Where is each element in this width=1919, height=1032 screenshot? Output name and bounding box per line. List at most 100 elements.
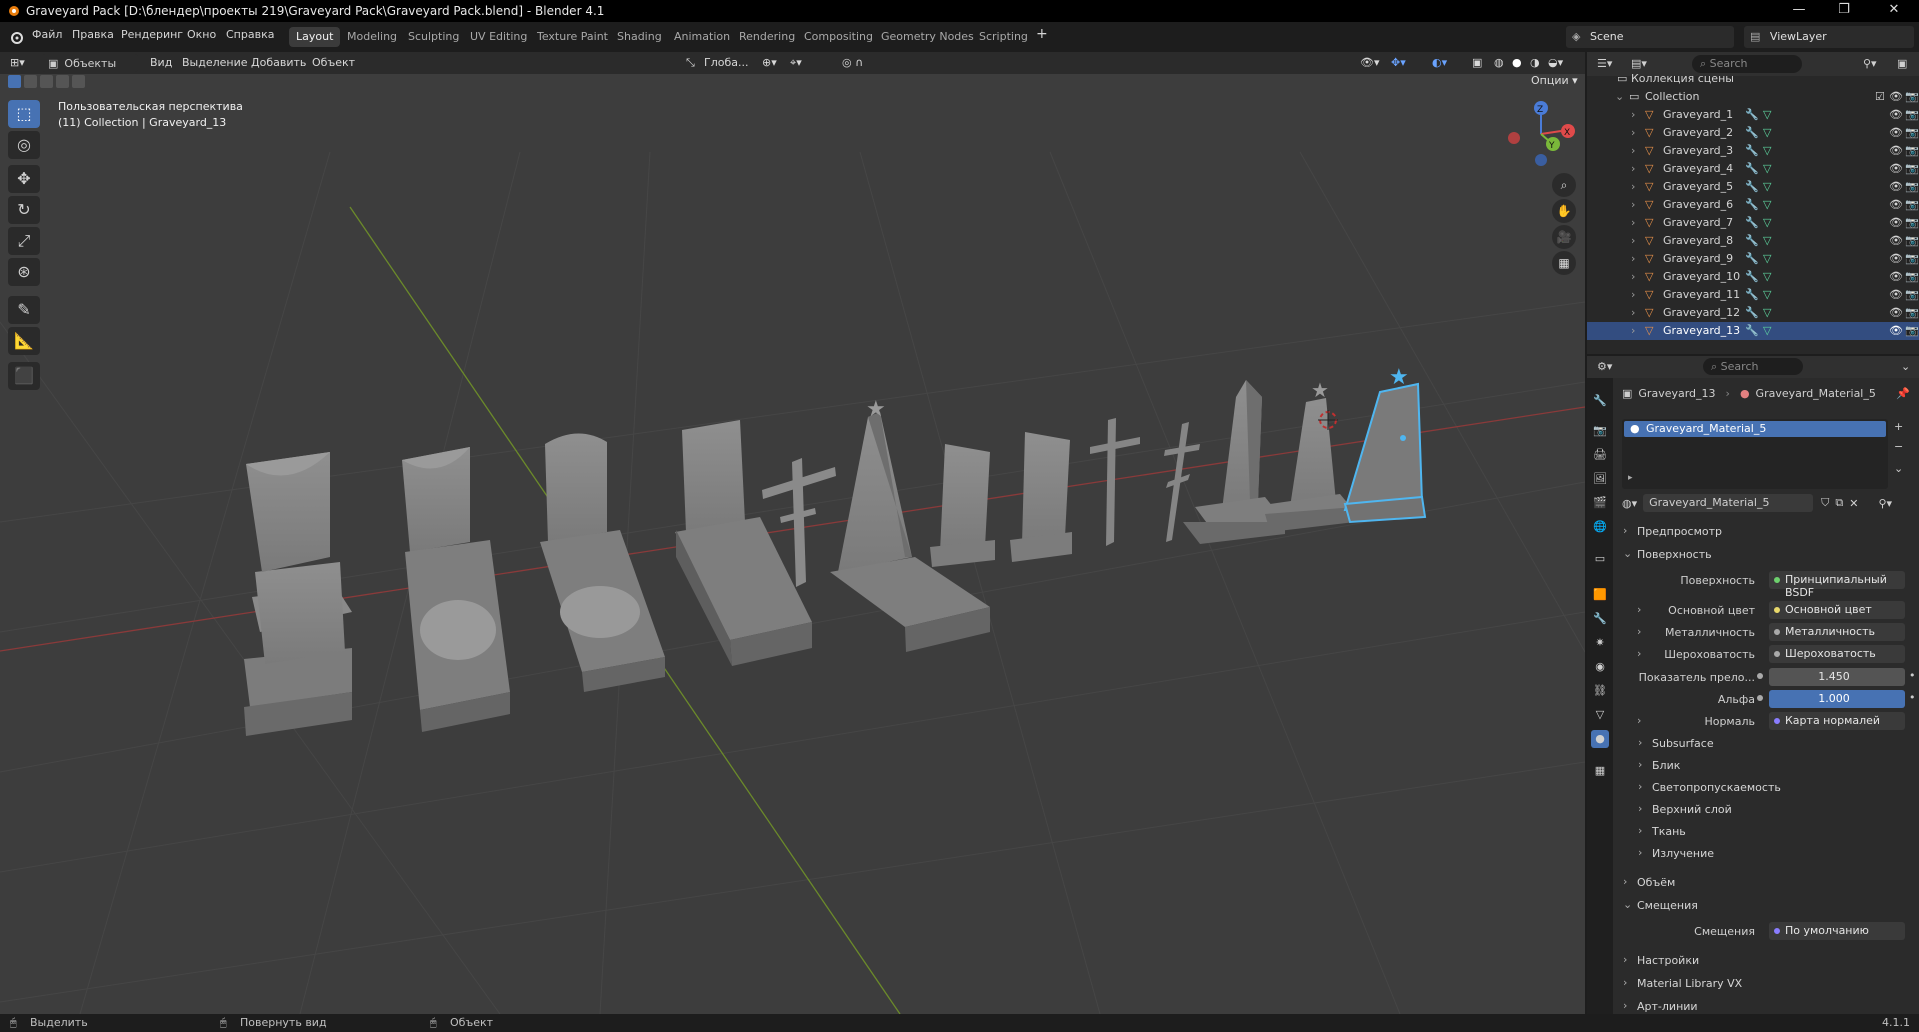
chevron-right-icon[interactable]: › (1631, 252, 1635, 265)
eye-icon[interactable]: 👁 (1889, 144, 1903, 157)
outliner-item-row[interactable]: › ▽ Graveyard_9 🔧 ▽ 👁 📷 (1587, 250, 1919, 268)
duplicate-icon[interactable]: ⧉ (1835, 496, 1843, 510)
graveyard-12-model[interactable]: ★ (1265, 378, 1355, 532)
move-tool[interactable]: ✥ (8, 165, 40, 193)
tab-modeling[interactable]: Modeling (340, 27, 404, 47)
chevron-right-icon[interactable]: › (1631, 324, 1635, 337)
transmission-section[interactable]: › Светопропускаемость (1632, 777, 1919, 797)
proportional-edit-icon[interactable]: ◎ ∩ (842, 56, 863, 69)
mesh-data-icon[interactable]: ▽ (1763, 234, 1771, 247)
mesh-data-icon[interactable]: ▽ (1763, 216, 1771, 229)
outliner-item-row[interactable]: › ▽ Graveyard_6 🔧 ▽ 👁 📷 (1587, 196, 1919, 214)
eye-icon[interactable]: 👁 (1889, 162, 1903, 175)
outliner-item-row[interactable]: › ▽ Graveyard_13 🔧 ▽ 👁 📷 (1587, 322, 1919, 340)
scene-collection-row[interactable]: ▭ Коллекция сцены (1587, 70, 1919, 88)
camera-icon[interactable]: 📷 (1905, 198, 1919, 211)
eye-icon[interactable]: 👁 (1889, 288, 1903, 301)
coat-section[interactable]: › Верхний слой (1632, 799, 1919, 819)
sheen-section[interactable]: › Ткань (1632, 821, 1919, 841)
tab-texture-paint[interactable]: Texture Paint (530, 27, 615, 47)
select-box-tool[interactable]: ⬚ (8, 100, 40, 128)
tab-uv-editing[interactable]: UV Editing (463, 27, 534, 47)
options-dropdown[interactable]: Опции ▾ (1531, 74, 1578, 87)
mesh-data-icon[interactable]: ▽ (1763, 180, 1771, 193)
modifier-wrench-icon[interactable]: 🔧 (1745, 306, 1759, 319)
mesh-data-icon[interactable]: ▽ (1763, 324, 1771, 337)
eye-icon[interactable]: 👁 (1889, 306, 1903, 319)
eye-icon[interactable]: 👁 (1889, 198, 1903, 211)
modifier-wrench-icon[interactable]: 🔧 (1745, 270, 1759, 283)
camera-icon[interactable]: 📷 (1905, 180, 1919, 193)
camera-icon[interactable]: 📷 (1905, 162, 1919, 175)
material-tab-icon[interactable]: ● (1591, 730, 1609, 748)
shading-wireframe-icon[interactable]: ◍ (1494, 56, 1504, 69)
select-intersect-icon[interactable] (72, 74, 85, 88)
eye-icon[interactable]: 👁 (1889, 90, 1903, 103)
zoom-icon[interactable]: ⌕ (1552, 173, 1576, 197)
camera-icon[interactable]: 📷 (1905, 126, 1919, 139)
visibility-icon[interactable]: 👁▾ (1360, 56, 1380, 69)
pivot-icon[interactable]: ⊕▾ (762, 56, 777, 69)
gizmo-toggle-icon[interactable]: ✥▾ (1391, 56, 1406, 69)
mesh-data-icon[interactable]: ▽ (1763, 198, 1771, 211)
chevron-right-icon[interactable]: › (1631, 126, 1635, 139)
surface-shader-field[interactable]: Принципиальный BSDF (1769, 571, 1905, 599)
tab-geometry-nodes[interactable]: Geometry Nodes (874, 27, 981, 47)
roughness-field[interactable]: Шероховатость (1769, 645, 1905, 663)
base-color-field[interactable]: Основной цвет (1769, 601, 1905, 619)
material-name-field[interactable]: Graveyard_Material_5 (1643, 494, 1814, 512)
menu-add[interactable]: Добавить (251, 56, 306, 69)
chevron-right-icon[interactable]: › (1631, 198, 1635, 211)
outliner-editor-icon[interactable]: ☰▾ (1597, 57, 1612, 70)
lineart-section[interactable]: › Арт-линии (1617, 996, 1917, 1014)
material-slot-row[interactable]: ● Graveyard_Material_5 (1624, 421, 1886, 437)
chevron-right-icon[interactable]: › (1631, 288, 1635, 301)
normal-field[interactable]: Карта нормалей (1769, 712, 1905, 730)
modifier-wrench-icon[interactable]: 🔧 (1745, 108, 1759, 121)
camera-icon[interactable]: 📷 (1905, 288, 1919, 301)
tab-sculpting[interactable]: Sculpting (401, 27, 466, 47)
eye-icon[interactable]: 👁 (1889, 234, 1903, 247)
rotate-tool[interactable]: ↻ (8, 196, 40, 224)
blender-menu-icon[interactable] (8, 29, 24, 45)
collection-row[interactable]: ⌄ ▭ Collection ☑ 👁 📷 (1587, 88, 1919, 106)
roughness-row[interactable]: › Шероховатость Шероховатость (1617, 644, 1917, 664)
expand-chevron-icon[interactable]: ⌄ (1615, 90, 1624, 103)
3d-viewport[interactable]: ★ ★ ★ Z X Y (0, 52, 1585, 1014)
camera-icon[interactable]: 📷 (1905, 216, 1919, 229)
settings-section[interactable]: › Настройки (1617, 950, 1917, 970)
specular-section[interactable]: › Блик (1632, 755, 1919, 775)
mode-selector[interactable]: ▣ Объекты (42, 54, 138, 72)
annotate-tool[interactable]: ✎ (8, 296, 40, 324)
material-library-section[interactable]: › Material Library VX (1617, 973, 1917, 993)
select-mode-buttons[interactable] (8, 74, 85, 88)
camera-icon[interactable]: 📷 (1905, 252, 1919, 265)
modifier-wrench-icon[interactable]: 🔧 (1745, 198, 1759, 211)
preview-section[interactable]: › Предпросмотр (1617, 521, 1917, 541)
chevron-right-icon[interactable]: › (1631, 306, 1635, 319)
scene-selector[interactable]: ◈ Scene (1566, 26, 1734, 48)
chevron-right-icon[interactable]: › (1631, 216, 1635, 229)
shading-material-icon[interactable]: ◑ (1530, 56, 1540, 69)
graveyard-13-model[interactable]: ★ (1343, 365, 1427, 524)
modifier-wrench-icon[interactable]: 🔧 (1745, 126, 1759, 139)
eye-icon[interactable]: 👁 (1889, 180, 1903, 193)
perspective-toggle-icon[interactable]: ▦ (1552, 251, 1576, 275)
chevron-right-icon[interactable]: › (1637, 647, 1641, 660)
metallic-row[interactable]: › Металличность Металличность (1617, 622, 1917, 642)
mesh-data-icon[interactable]: ▽ (1763, 288, 1771, 301)
eye-icon[interactable]: 👁 (1889, 108, 1903, 121)
texture-tab-icon[interactable]: ▦ (1591, 762, 1609, 780)
select-new-icon[interactable] (8, 74, 21, 88)
camera-icon[interactable]: 📷 (1905, 144, 1919, 157)
ior-row[interactable]: Показатель прело... 1.450 • (1617, 667, 1917, 687)
mesh-data-icon[interactable]: ▽ (1763, 306, 1771, 319)
outliner-item-row[interactable]: › ▽ Graveyard_10 🔧 ▽ 👁 📷 (1587, 268, 1919, 286)
mesh-data-icon[interactable]: ▽ (1763, 162, 1771, 175)
transform-orientation-label[interactable]: Глоба... (704, 56, 748, 69)
graveyard-4-model[interactable] (675, 420, 812, 666)
xray-icon[interactable]: ▣ (1472, 56, 1482, 69)
mesh-data-icon[interactable]: ▽ (1763, 270, 1771, 283)
emission-section[interactable]: › Излучение (1632, 843, 1919, 863)
select-extend-icon[interactable] (24, 74, 37, 88)
